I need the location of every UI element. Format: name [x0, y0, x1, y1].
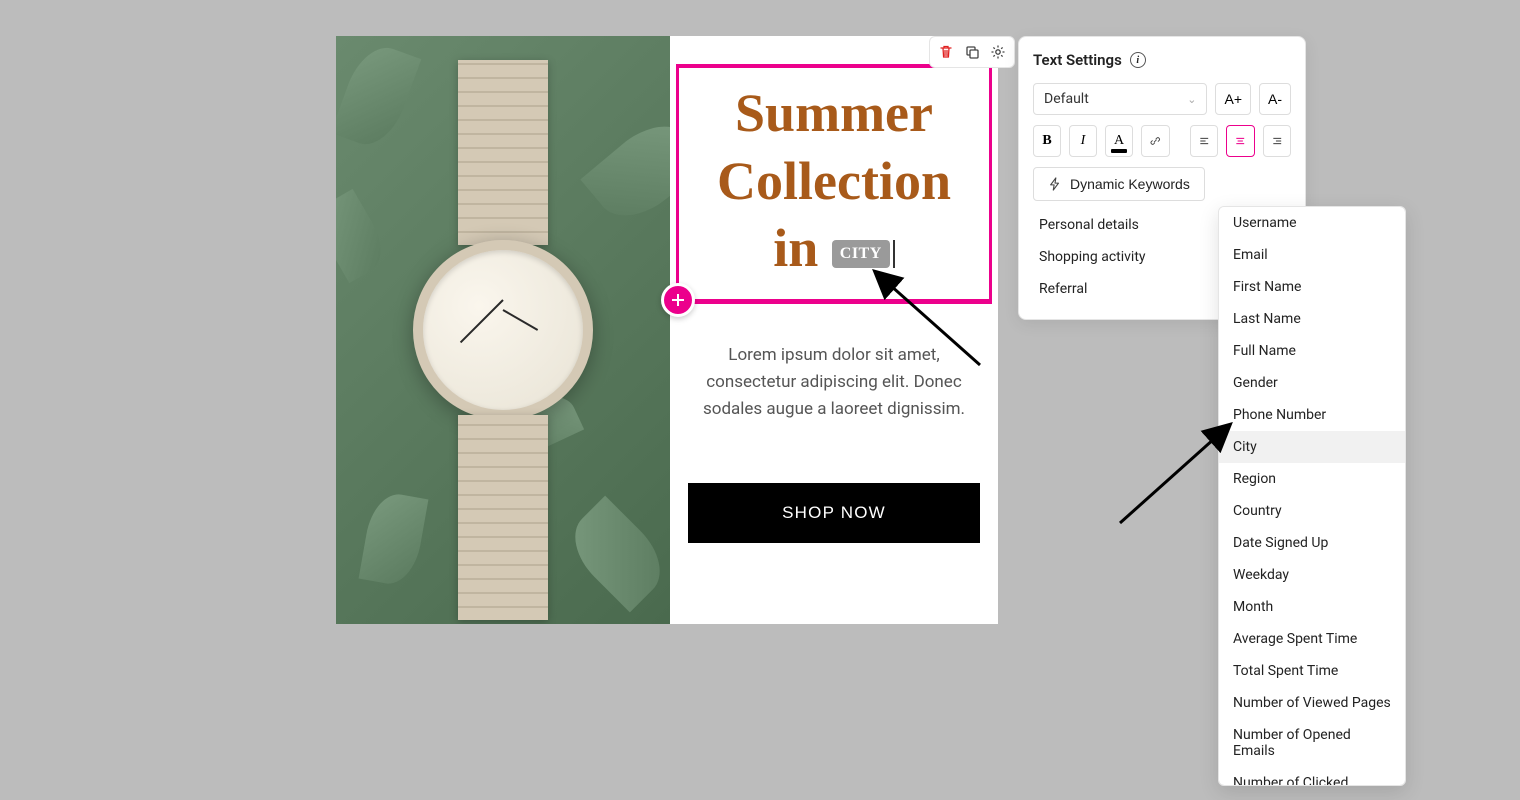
headline-selected-block[interactable]: Summer Collection in CITY — [676, 64, 992, 304]
body-paragraph[interactable]: Lorem ipsum dolor sit amet, consectetur … — [670, 342, 998, 424]
align-right-button[interactable] — [1263, 125, 1292, 157]
keyword-option[interactable]: Total Spent Time — [1219, 655, 1405, 687]
headline-text: Summer Collection in CITY — [693, 80, 975, 283]
keyword-option[interactable]: Weekday — [1219, 559, 1405, 591]
copy-button[interactable] — [962, 42, 982, 62]
keyword-option[interactable]: First Name — [1219, 271, 1405, 303]
block-action-toolbar — [929, 36, 1015, 68]
lightning-icon — [1048, 177, 1062, 191]
bold-button[interactable]: B — [1033, 125, 1061, 157]
keyword-option[interactable]: Region — [1219, 463, 1405, 495]
dynamic-keyword-chip[interactable]: CITY — [832, 240, 890, 268]
delete-button[interactable] — [936, 42, 956, 62]
link-icon — [1150, 133, 1161, 149]
keyword-option[interactable]: Last Name — [1219, 303, 1405, 335]
cta-button[interactable]: SHOP NOW — [688, 483, 980, 543]
align-left-button[interactable] — [1190, 125, 1219, 157]
keyword-option[interactable]: Country — [1219, 495, 1405, 527]
keyword-option[interactable]: Number of Clicked Emails — [1219, 767, 1405, 786]
keyword-option[interactable]: City — [1219, 431, 1405, 463]
editor-canvas: Summer Collection in CITY Lorem ipsum do… — [336, 36, 998, 624]
keyword-dropdown-menu: UsernameEmailFirst NameLast NameFull Nam… — [1218, 206, 1406, 786]
keyword-option[interactable]: Month — [1219, 591, 1405, 623]
font-size-increase-button[interactable]: A+ — [1215, 83, 1251, 115]
plus-icon — [670, 292, 686, 308]
align-center-button[interactable] — [1226, 125, 1255, 157]
keyword-option[interactable]: Gender — [1219, 367, 1405, 399]
keyword-option[interactable]: Date Signed Up — [1219, 527, 1405, 559]
add-block-button[interactable] — [661, 283, 695, 317]
gear-icon — [990, 44, 1006, 60]
keyword-option[interactable]: Full Name — [1219, 335, 1405, 367]
font-family-select[interactable]: Default ⌄ — [1033, 83, 1207, 115]
keyword-option[interactable]: Average Spent Time — [1219, 623, 1405, 655]
italic-button[interactable]: I — [1069, 125, 1097, 157]
product-image — [336, 36, 670, 624]
font-size-decrease-button[interactable]: A- — [1259, 83, 1291, 115]
copy-icon — [964, 44, 980, 60]
keyword-option[interactable]: Username — [1219, 207, 1405, 239]
info-icon[interactable]: i — [1130, 52, 1146, 68]
dynamic-keywords-button[interactable]: Dynamic Keywords — [1033, 167, 1205, 201]
align-left-icon — [1199, 133, 1210, 149]
panel-title: Text Settings i — [1033, 51, 1291, 69]
chevron-down-icon: ⌄ — [1187, 93, 1196, 106]
settings-button[interactable] — [988, 42, 1008, 62]
text-color-button[interactable]: A — [1105, 125, 1133, 157]
keyword-option[interactable]: Number of Viewed Pages — [1219, 687, 1405, 719]
link-button[interactable] — [1141, 125, 1170, 157]
keyword-option[interactable]: Phone Number — [1219, 399, 1405, 431]
content-column: Summer Collection in CITY Lorem ipsum do… — [670, 36, 998, 624]
trash-icon — [938, 44, 954, 60]
keyword-option[interactable]: Number of Opened Emails — [1219, 719, 1405, 767]
keyword-option[interactable]: Email — [1219, 239, 1405, 271]
align-right-icon — [1272, 133, 1283, 149]
align-center-icon — [1235, 133, 1246, 149]
text-cursor — [893, 240, 895, 268]
